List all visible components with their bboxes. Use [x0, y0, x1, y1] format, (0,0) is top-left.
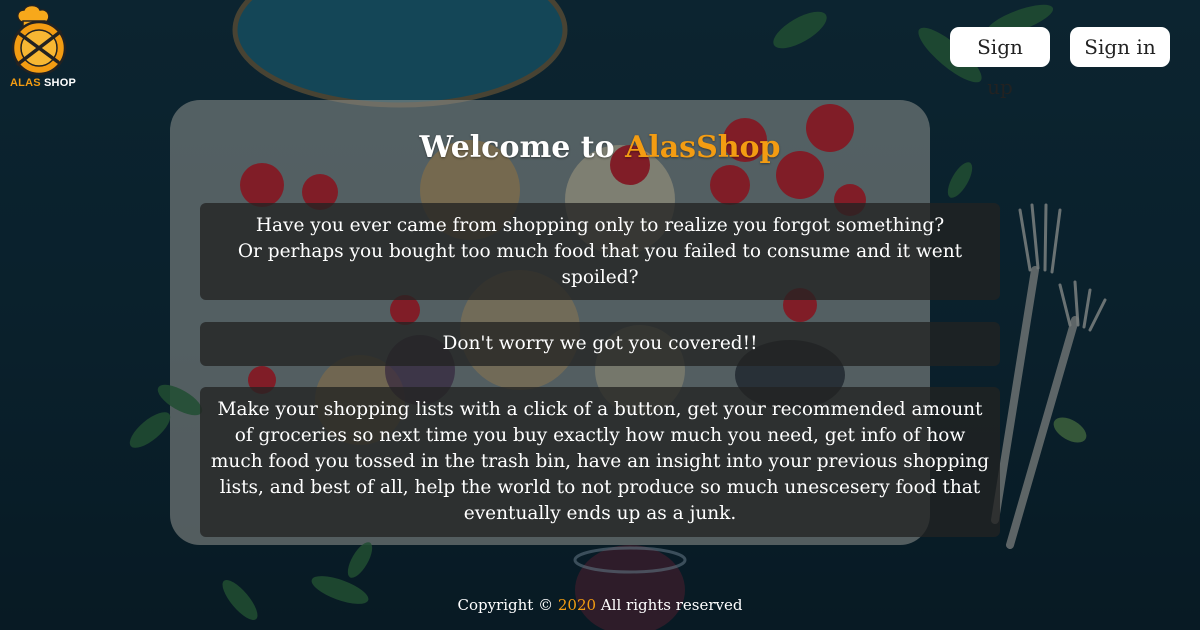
welcome-prefix: Welcome to	[419, 130, 615, 165]
welcome-brand: AlasShop	[625, 130, 781, 165]
brand-logo[interactable]: ALAS SHOP	[6, 4, 76, 90]
features-card: Make your shopping lists with a click of…	[200, 387, 1000, 537]
footer-copyright: Copyright © 2020 All rights reserved	[0, 596, 1200, 614]
chef-plate-utensils-icon	[11, 4, 67, 76]
brand-logo-text: ALAS SHOP	[10, 77, 76, 89]
footer-suffix: All rights reserved	[600, 596, 743, 614]
logo-text-alas: ALAS	[10, 77, 41, 89]
welcome-heading: Welcome to AlasShop	[0, 130, 1200, 165]
reassure-card: Don't worry we got you covered!!	[200, 322, 1000, 366]
intro-line-1: Have you ever came from shopping only to…	[255, 215, 945, 236]
logo-text-shop: SHOP	[44, 77, 76, 89]
intro-line-2: Or perhaps you bought too much food that…	[237, 241, 963, 288]
intro-card: Have you ever came from shopping only to…	[200, 203, 1000, 300]
sign-up-button[interactable]: Sign up	[950, 27, 1050, 99]
footer-year: 2020	[557, 596, 597, 614]
features-text: Make your shopping lists with a click of…	[210, 399, 990, 524]
reassure-text: Don't worry we got you covered!!	[442, 333, 758, 354]
footer-prefix: Copyright ©	[457, 596, 554, 614]
sign-in-button[interactable]: Sign in	[1070, 27, 1170, 67]
